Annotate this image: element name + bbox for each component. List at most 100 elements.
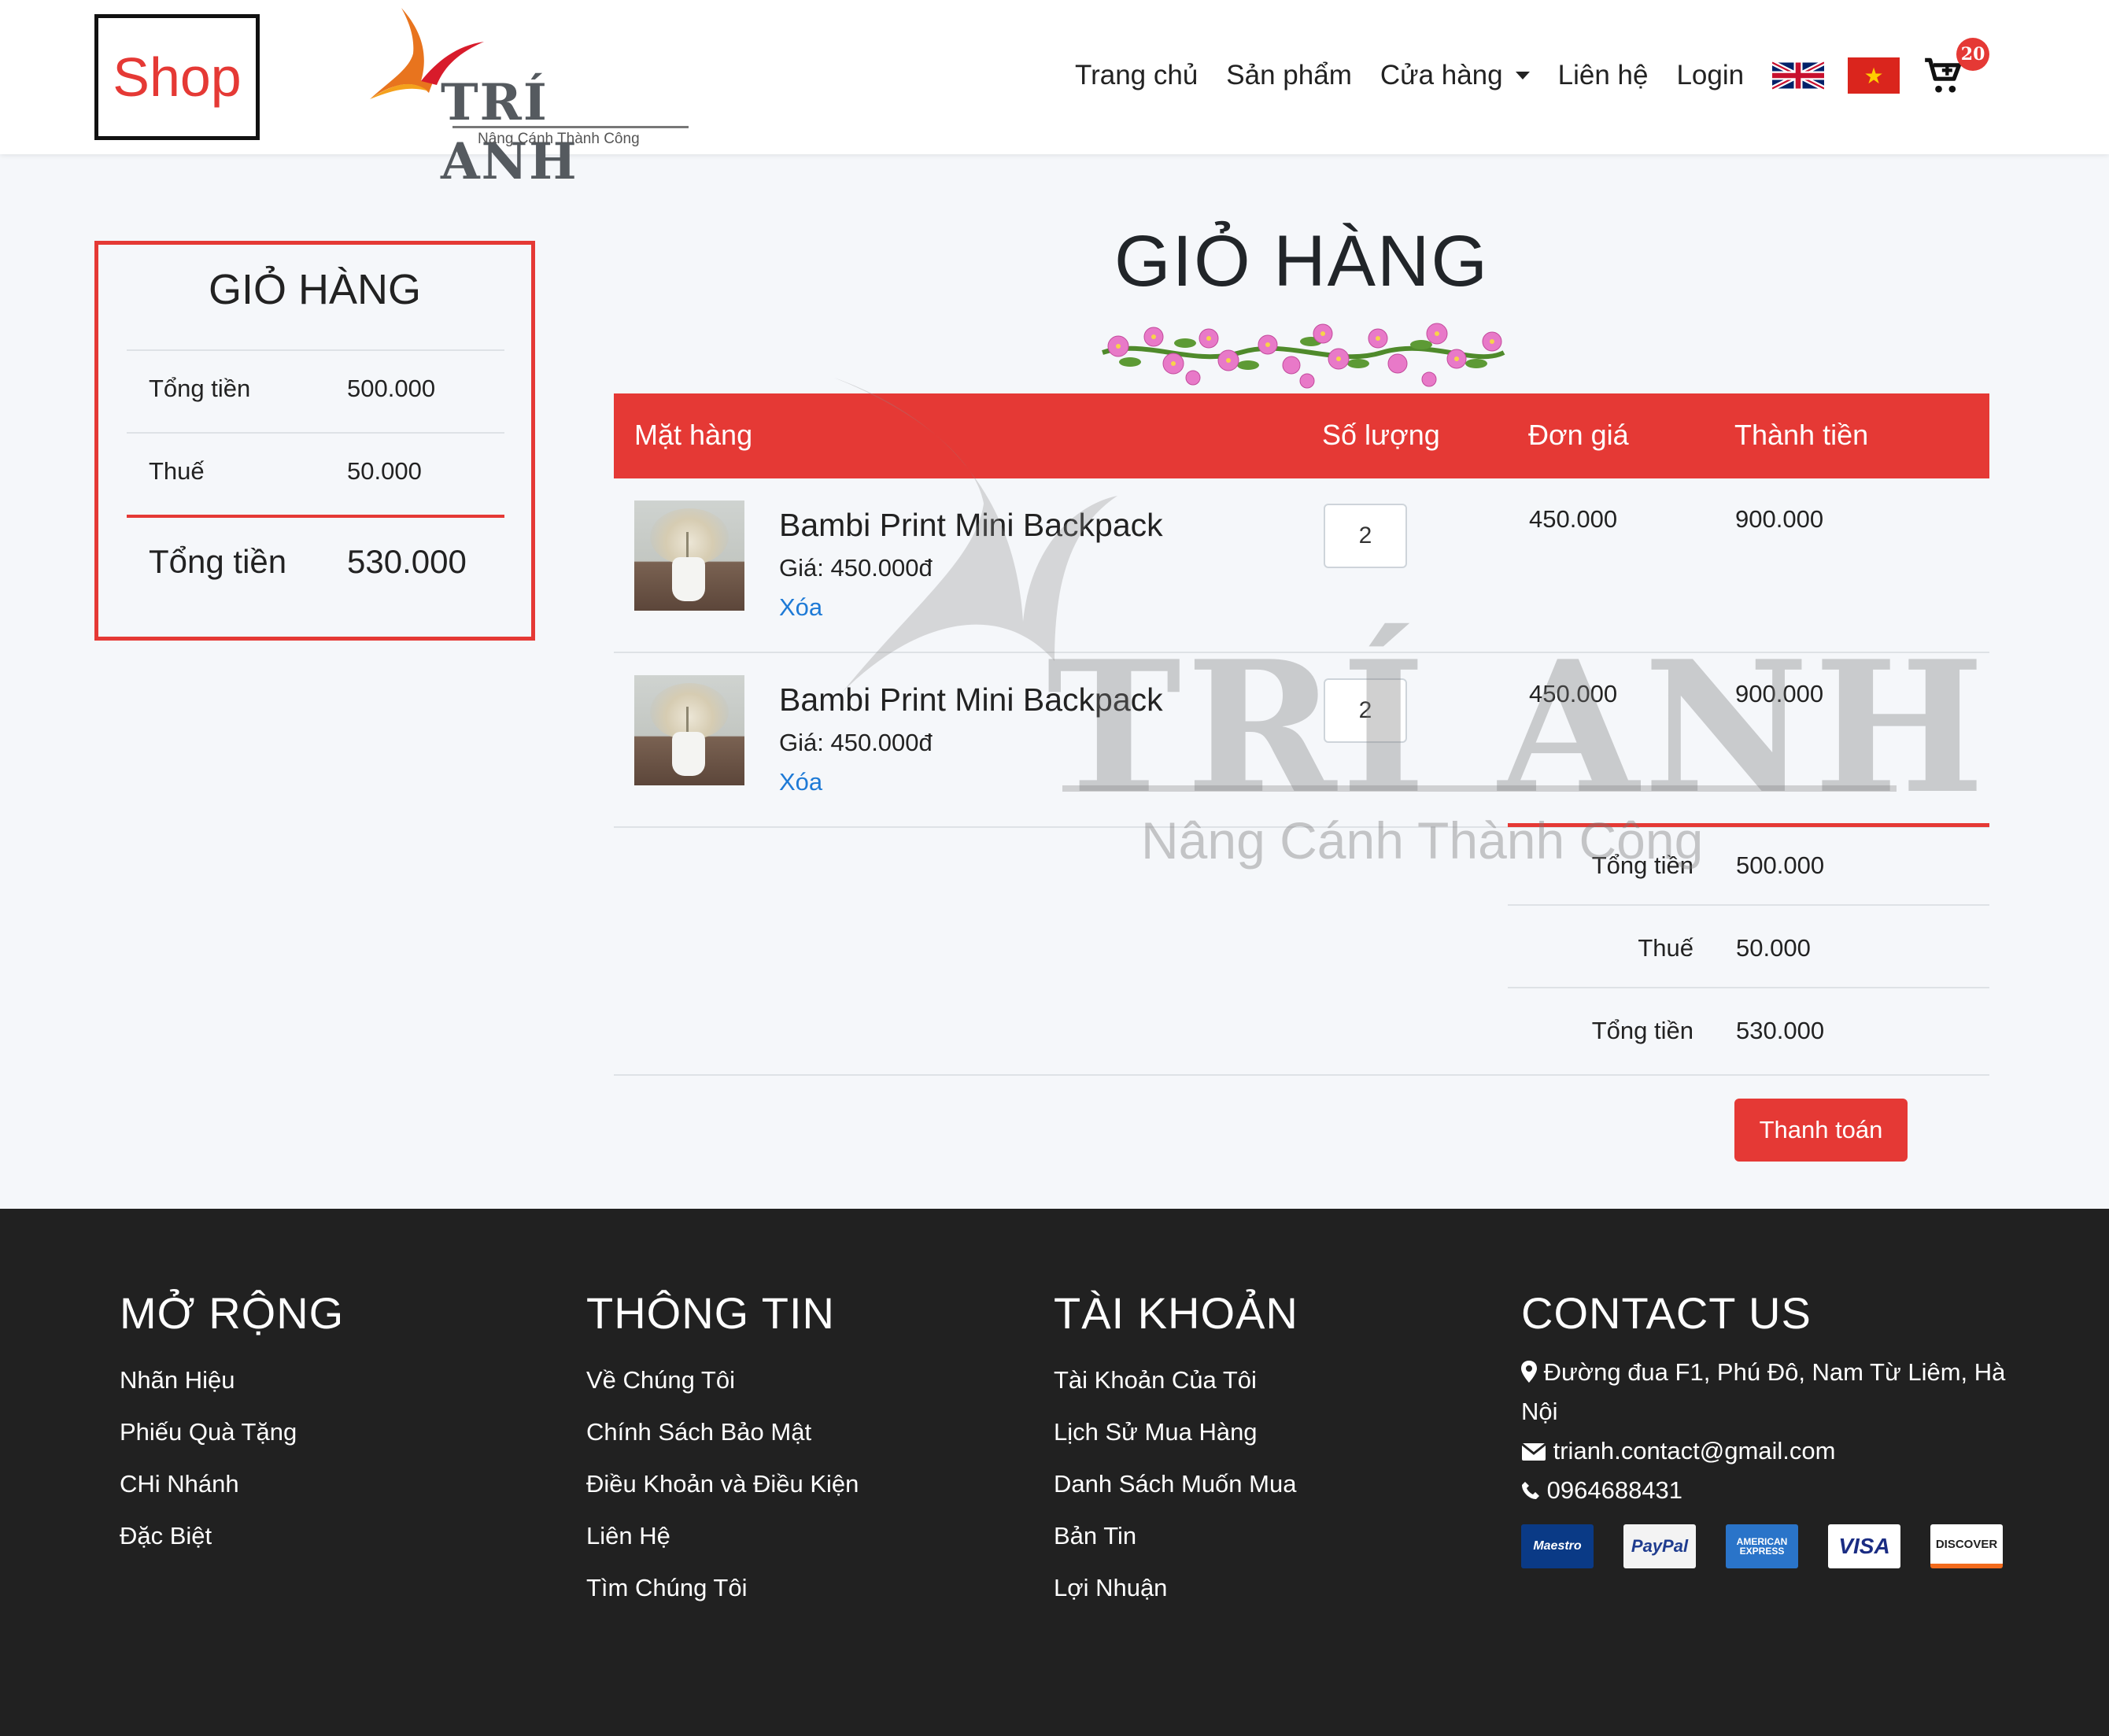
footer-account-title: TÀI KHOẢN	[1054, 1288, 1298, 1338]
quantity-input[interactable]	[1324, 678, 1407, 743]
footer-email[interactable]: trianh.contact@gmail.com	[1521, 1431, 2025, 1471]
summary-tax-value: 50.000	[347, 457, 422, 485]
col-quantity: Số lượng	[1322, 419, 1440, 451]
footer-link-specials[interactable]: Đặc Biệt	[120, 1510, 560, 1562]
remove-item-link[interactable]: Xóa	[779, 593, 822, 622]
totals-subtotal-row: Tổng tiền 500.000	[1508, 823, 1989, 906]
map-marker-icon	[1521, 1358, 1544, 1386]
paypal-card-icon: PayPal	[1623, 1524, 1696, 1568]
remove-item-link[interactable]: Xóa	[779, 768, 822, 796]
footer-link-find-us[interactable]: Tìm Chúng Tôi	[586, 1562, 1027, 1614]
cart-totals: Tổng tiền 500.000 Thuế 50.000 Tổng tiền …	[1508, 823, 1989, 1071]
summary-total-label: Tổng tiền	[149, 543, 287, 580]
footer-phone[interactable]: 0964688431	[1521, 1471, 2025, 1510]
totals-tax-label: Thuế	[1638, 934, 1693, 962]
footer-link-terms[interactable]: Điều Khoản và Điều Kiện	[586, 1458, 1027, 1510]
footer-link-brands[interactable]: Nhãn Hiệu	[120, 1354, 560, 1406]
cart-table-header: Mặt hàng Số lượng Đơn giá Thành tiền	[614, 393, 1989, 478]
footer-link-order-history[interactable]: Lịch Sử Mua Hàng	[1054, 1406, 1494, 1458]
table-row: Bambi Print Mini Backpack Giá: 450.000đ …	[614, 478, 1989, 653]
totals-grand-value: 530.000	[1736, 1017, 1825, 1044]
phone-icon	[1521, 1476, 1547, 1504]
cart-count-badge: 20	[1956, 38, 1990, 71]
cart-button[interactable]: 20	[1923, 38, 1990, 99]
product-name[interactable]: Bambi Print Mini Backpack	[779, 507, 1163, 544]
discover-card-icon: DISCOVER	[1930, 1524, 2003, 1568]
vietnam-flag-icon[interactable]: ★	[1848, 57, 1900, 94]
col-line-total: Thành tiền	[1734, 419, 1869, 451]
footer-phone-text: 0964688431	[1546, 1476, 1683, 1504]
totals-tax-row: Thuế 50.000	[1508, 906, 1989, 988]
summary-subtotal-label: Tổng tiền	[149, 375, 251, 402]
footer-link-wishlist[interactable]: Danh Sách Muốn Mua	[1054, 1458, 1494, 1510]
footer-link-about[interactable]: Về Chúng Tôi	[586, 1354, 1027, 1406]
envelope-icon	[1521, 1437, 1553, 1465]
footer-link-gift-vouchers[interactable]: Phiếu Quà Tặng	[120, 1406, 560, 1458]
summary-tax-row: Thuế 50.000	[127, 432, 504, 514]
site-header: Shop TRÍ ANH Nâng Cánh Thành Công Trang …	[0, 0, 2109, 191]
footer-extras-title: MỞ RỘNG	[120, 1288, 345, 1338]
visa-card-icon: VISA	[1828, 1524, 1900, 1568]
unit-price: 450.000	[1529, 505, 1618, 533]
main-nav: Trang chủ Sản phẩm Cửa hàng Liên hệ Logi…	[1075, 38, 1990, 99]
cart-summary-box: GIỎ HÀNG Tổng tiền 500.000 Thuế 50.000 T…	[94, 241, 535, 641]
unit-price: 450.000	[1529, 680, 1618, 707]
quantity-input[interactable]	[1324, 504, 1407, 568]
totals-bottom-divider	[614, 1074, 1989, 1076]
cart-summary-title: GIỎ HÀNG	[208, 266, 422, 313]
col-item: Mặt hàng	[634, 419, 753, 451]
brand-underline	[452, 126, 689, 128]
summary-total-value: 530.000	[347, 543, 467, 580]
uk-flag-icon[interactable]	[1772, 57, 1825, 94]
totals-subtotal-value: 500.000	[1736, 851, 1825, 879]
product-name[interactable]: Bambi Print Mini Backpack	[779, 681, 1163, 718]
footer-link-branches[interactable]: CHi Nhánh	[120, 1458, 560, 1510]
product-image[interactable]	[634, 675, 744, 785]
flower-divider-icon	[1102, 323, 1505, 389]
totals-grand-row: Tổng tiền 530.000	[1508, 988, 1989, 1071]
nav-stores[interactable]: Cửa hàng	[1380, 60, 1530, 91]
footer-link-newsletter[interactable]: Bản Tin	[1054, 1510, 1494, 1562]
footer-col-extras: MỞ RỘNG Nhãn Hiệu Phiếu Quà Tặng CHi Nhá…	[120, 1287, 560, 1562]
product-price: Giá: 450.000đ	[779, 729, 933, 756]
nav-login[interactable]: Login	[1676, 60, 1744, 91]
footer-col-account: TÀI KHOẢN Tài Khoản Của Tôi Lịch Sử Mua …	[1054, 1287, 1494, 1614]
footer-col-contact: CONTACT US Đường đua F1, Phú Đô, Nam Từ …	[1521, 1287, 2025, 1568]
maestro-card-icon: Maestro	[1521, 1524, 1594, 1568]
product-price: Giá: 450.000đ	[779, 554, 933, 582]
table-row: Bambi Print Mini Backpack Giá: 450.000đ …	[614, 653, 1989, 828]
col-unit-price: Đơn giá	[1528, 419, 1629, 451]
totals-tax-value: 50.000	[1736, 934, 1811, 962]
nav-contact[interactable]: Liên hệ	[1558, 60, 1649, 91]
brand-logo[interactable]: TRÍ ANH Nâng Cánh Thành Công	[366, 6, 696, 191]
line-total: 900.000	[1735, 505, 1824, 533]
footer-address: Đường đua F1, Phú Đô, Nam Từ Liêm, Hà Nộ…	[1521, 1353, 2025, 1431]
amex-card-icon: AMERICAN EXPRESS	[1726, 1524, 1798, 1568]
chevron-down-icon	[1515, 72, 1530, 79]
checkout-button[interactable]: Thanh toán	[1734, 1099, 1908, 1162]
totals-subtotal-label: Tổng tiền	[1591, 851, 1693, 879]
line-total: 900.000	[1735, 680, 1824, 707]
footer-link-returns[interactable]: Lợi Nhuận	[1054, 1562, 1494, 1614]
summary-subtotal-row: Tổng tiền 500.000	[127, 349, 504, 431]
footer-information-title: THÔNG TIN	[586, 1288, 835, 1338]
footer-link-privacy[interactable]: Chính Sách Bảo Mật	[586, 1406, 1027, 1458]
site-footer: MỞ RỘNG Nhãn Hiệu Phiếu Quà Tặng CHi Nhá…	[0, 1209, 2109, 1736]
summary-tax-label: Thuế	[149, 457, 205, 485]
shop-logo[interactable]: Shop	[94, 14, 260, 140]
footer-contact-title: CONTACT US	[1521, 1288, 1812, 1338]
summary-total-row: Tổng tiền 530.000	[127, 515, 504, 601]
footer-link-my-account[interactable]: Tài Khoản Của Tôi	[1054, 1354, 1494, 1406]
footer-col-information: THÔNG TIN Về Chúng Tôi Chính Sách Bảo Mậ…	[586, 1287, 1027, 1614]
nav-products[interactable]: Sản phẩm	[1226, 60, 1352, 91]
page-title: GIỎ HÀNG	[1114, 221, 1490, 301]
summary-subtotal-value: 500.000	[347, 375, 436, 402]
brand-tagline: Nâng Cánh Thành Công	[478, 131, 640, 147]
product-image[interactable]	[634, 500, 744, 611]
footer-link-contact[interactable]: Liên Hệ	[586, 1510, 1027, 1562]
totals-grand-label: Tổng tiền	[1591, 1017, 1693, 1044]
payment-cards: Maestro PayPal AMERICAN EXPRESS VISA DIS…	[1521, 1524, 2025, 1568]
nav-home[interactable]: Trang chủ	[1075, 60, 1198, 91]
footer-email-text: trianh.contact@gmail.com	[1553, 1437, 1836, 1465]
footer-address-text: Đường đua F1, Phú Đô, Nam Từ Liêm, Hà Nộ…	[1521, 1358, 2006, 1425]
